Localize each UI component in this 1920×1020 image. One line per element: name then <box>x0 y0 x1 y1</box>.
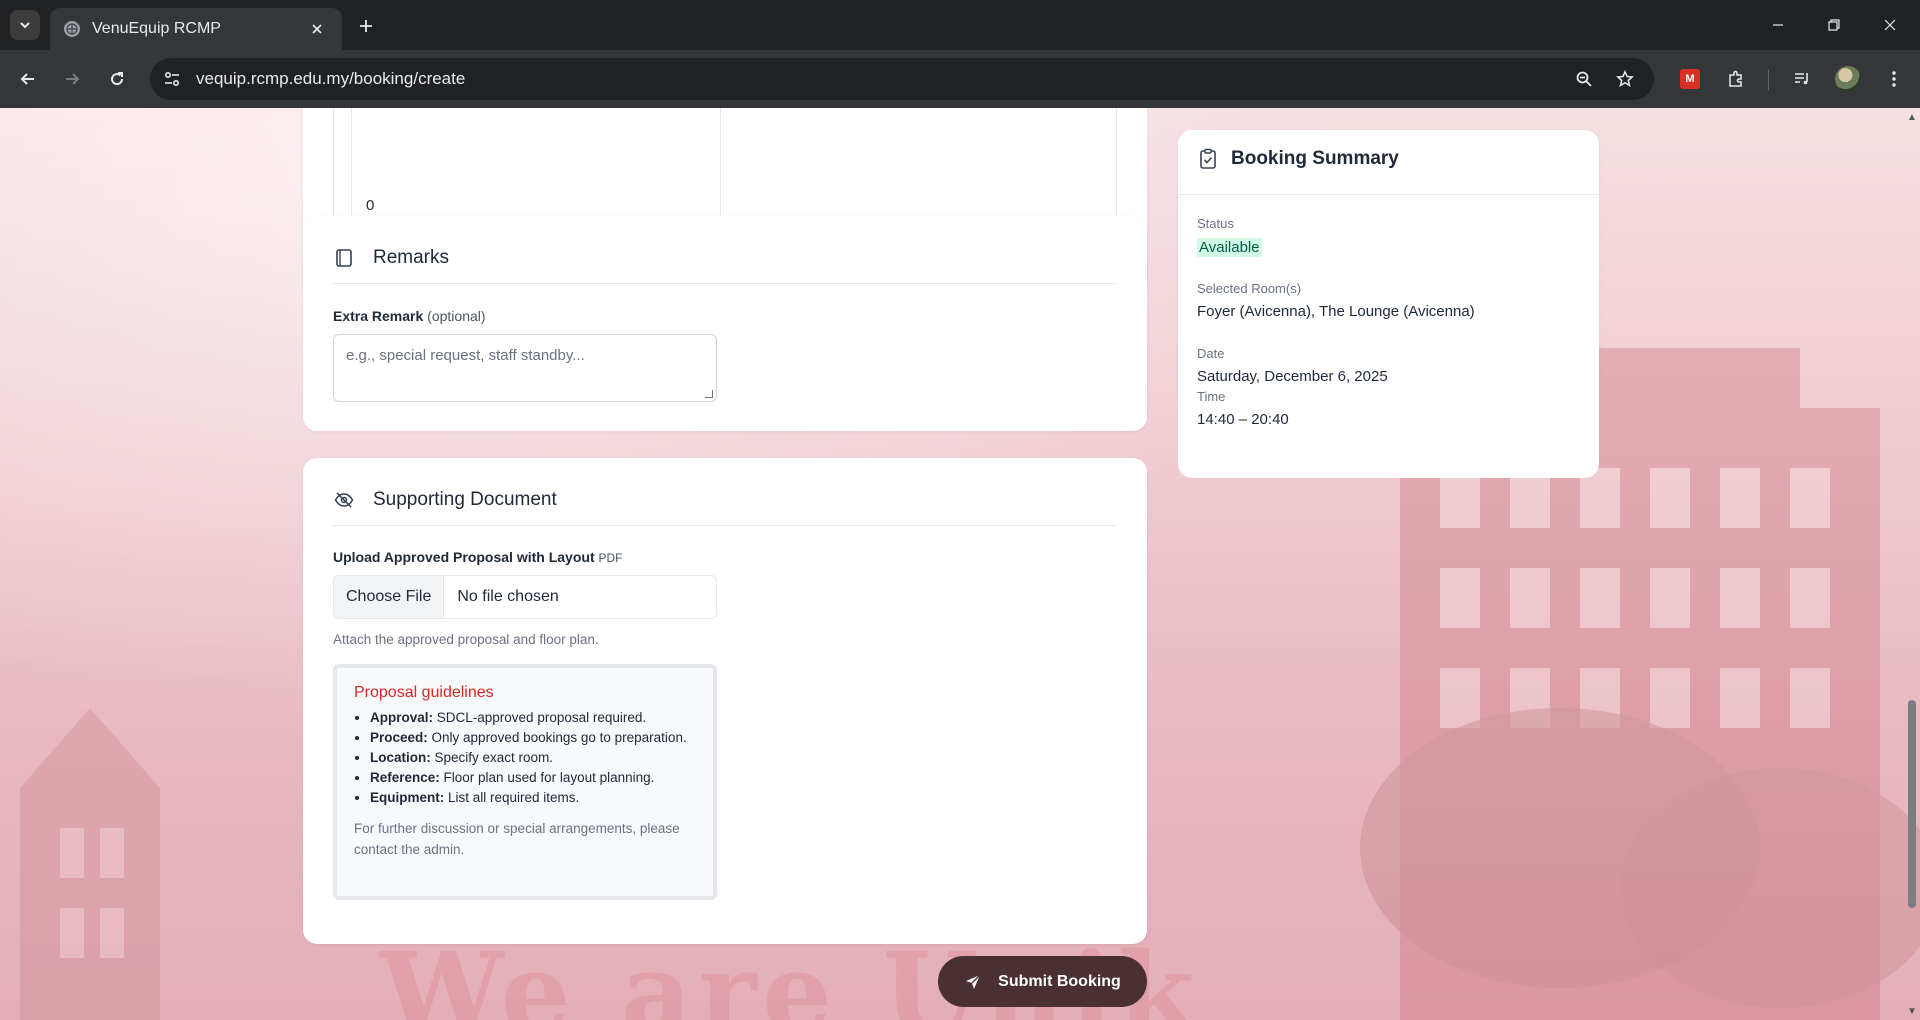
remarks-header: Remarks <box>333 247 449 269</box>
guidelines-list: Approval: SDCL-approved proposal require… <box>370 708 699 808</box>
guideline-key: Approval: <box>370 710 434 725</box>
close-window-icon[interactable] <box>1862 0 1918 50</box>
guideline-text: Floor plan used for layout planning. <box>439 770 655 785</box>
submit-booking-button[interactable]: Submit Booking <box>938 956 1147 1007</box>
summary-title: Booking Summary <box>1231 148 1399 169</box>
scroll-down-arrow-icon[interactable]: ▼ <box>1907 1006 1917 1017</box>
guideline-key: Reference: <box>370 770 440 785</box>
no-file-chosen-text: No file chosen <box>457 588 559 605</box>
guideline-item: Location: Specify exact room. <box>370 748 699 768</box>
upload-label-text: Upload Approved Proposal with Layout <box>333 549 595 565</box>
selected-rooms-value: Foyer (Avicenna), The Lounge (Avicenna) <box>1197 303 1475 320</box>
media-playlist-icon[interactable] <box>1786 63 1818 95</box>
guideline-key: Proceed: <box>370 730 428 745</box>
tab-list-chevron-down-icon[interactable] <box>10 10 40 40</box>
proposal-guidelines-box: Proposal guidelines Approval: SDCL-appro… <box>333 664 717 900</box>
guideline-item: Reference: Floor plan used for layout pl… <box>370 768 699 788</box>
eye-off-icon <box>333 489 355 511</box>
remarks-card: Remarks Extra Remark (optional) e.g., sp… <box>303 216 1147 431</box>
square-icon <box>333 247 355 269</box>
extra-remark-placeholder: e.g., special request, staff standby... <box>346 347 585 364</box>
forward-arrow-icon[interactable] <box>56 63 88 95</box>
browser-tab[interactable]: VenuEquip RCMP <box>50 8 342 50</box>
upload-label: Upload Approved Proposal with Layout PDF <box>333 549 623 565</box>
number-input-value: 0 <box>366 197 375 214</box>
extension-m-icon[interactable]: M <box>1674 63 1706 95</box>
browser-toolbar: vequip.rcmp.edu.my/booking/create M <box>0 50 1920 108</box>
supporting-title: Supporting Document <box>373 489 557 510</box>
guideline-key: Equipment: <box>370 790 445 805</box>
extensions-puzzle-icon[interactable] <box>1720 63 1752 95</box>
url-text[interactable]: vequip.rcmp.edu.my/booking/create <box>196 69 1654 89</box>
guidelines-note: For further discussion or special arrang… <box>354 821 680 857</box>
upload-label-format: PDF <box>598 551 623 565</box>
send-icon <box>964 973 982 991</box>
date-value: Saturday, December 6, 2025 <box>1197 368 1388 385</box>
summary-header: Booking Summary <box>1197 148 1399 170</box>
choose-file-button[interactable]: Choose File <box>334 576 445 618</box>
guideline-text: Only approved bookings go to preparation… <box>427 730 687 745</box>
bookmark-star-icon[interactable] <box>1607 61 1643 97</box>
guideline-key: Location: <box>370 750 431 765</box>
address-bar[interactable]: vequip.rcmp.edu.my/booking/create <box>150 58 1654 100</box>
remarks-title: Remarks <box>373 247 450 268</box>
reload-icon[interactable] <box>101 63 133 95</box>
browser-tab-bar: VenuEquip RCMP <box>0 0 1920 50</box>
guideline-item: Equipment: List all required items. <box>370 788 699 808</box>
toolbar-separator <box>1768 70 1769 90</box>
scrollbar-thumb[interactable] <box>1908 700 1916 908</box>
extra-remark-optional: (optional) <box>427 308 486 324</box>
guidelines-title: Proposal guidelines <box>354 684 494 701</box>
resize-grip-icon[interactable] <box>705 390 713 398</box>
summary-divider <box>1178 194 1599 195</box>
status-value-wrap: Available <box>1197 238 1262 257</box>
tab-title: VenuEquip RCMP <box>92 20 221 37</box>
supporting-header: Supporting Document <box>333 489 557 511</box>
zoom-icon[interactable] <box>1566 61 1602 97</box>
guideline-item: Approval: SDCL-approved proposal require… <box>370 708 699 728</box>
back-arrow-icon[interactable] <box>12 63 44 95</box>
submit-booking-label: Submit Booking <box>998 972 1121 990</box>
tab-close-icon[interactable] <box>306 18 328 40</box>
minimize-icon[interactable] <box>1750 0 1806 50</box>
background-building-left-image <box>20 708 160 1020</box>
restore-icon[interactable] <box>1806 0 1862 50</box>
time-value: 14:40 – 20:40 <box>1197 411 1289 428</box>
site-info-tune-icon[interactable] <box>154 61 190 97</box>
menu-kebab-icon[interactable] <box>1878 63 1910 95</box>
date-label: Date <box>1197 346 1225 361</box>
clipboard-check-icon <box>1197 148 1219 170</box>
page-scrollbar[interactable]: ▲ ▼ <box>1904 108 1920 1020</box>
new-tab-plus-icon[interactable] <box>352 12 380 40</box>
guideline-text: Specify exact room. <box>430 750 554 765</box>
guideline-item: Proceed: Only approved bookings go to pr… <box>370 728 699 748</box>
profile-avatar[interactable] <box>1832 63 1864 95</box>
time-label: Time <box>1197 389 1226 404</box>
guideline-text: List all required items. <box>444 790 580 805</box>
remarks-divider <box>333 283 1117 284</box>
number-input[interactable]: 0 <box>351 108 721 222</box>
file-upload-input[interactable]: Choose File No file chosen <box>333 575 717 619</box>
supporting-document-card: Supporting Document Upload Approved Prop… <box>303 458 1147 944</box>
upload-hint: Attach the approved proposal and floor p… <box>333 632 599 647</box>
status-badge: Available <box>1197 238 1262 257</box>
status-label: Status <box>1197 216 1234 231</box>
extra-remark-textarea[interactable]: e.g., special request, staff standby... <box>333 334 717 402</box>
booking-summary-card: Booking Summary Status Available Selecte… <box>1178 130 1599 403</box>
guideline-text: SDCL-approved proposal required. <box>433 710 647 725</box>
extra-remark-label-text: Extra Remark <box>333 308 424 324</box>
page-viewport: We are Unik 0 Remarks Extra Remark (opti… <box>0 108 1920 1020</box>
extra-remark-label: Extra Remark (optional) <box>333 308 486 324</box>
globe-icon <box>64 21 80 37</box>
supporting-divider <box>333 525 1117 526</box>
booking-summary-card-bottom: Time 14:40 – 20:40 <box>1178 388 1599 478</box>
scroll-up-arrow-icon[interactable]: ▲ <box>1907 112 1917 123</box>
selected-rooms-label: Selected Room(s) <box>1197 281 1302 296</box>
